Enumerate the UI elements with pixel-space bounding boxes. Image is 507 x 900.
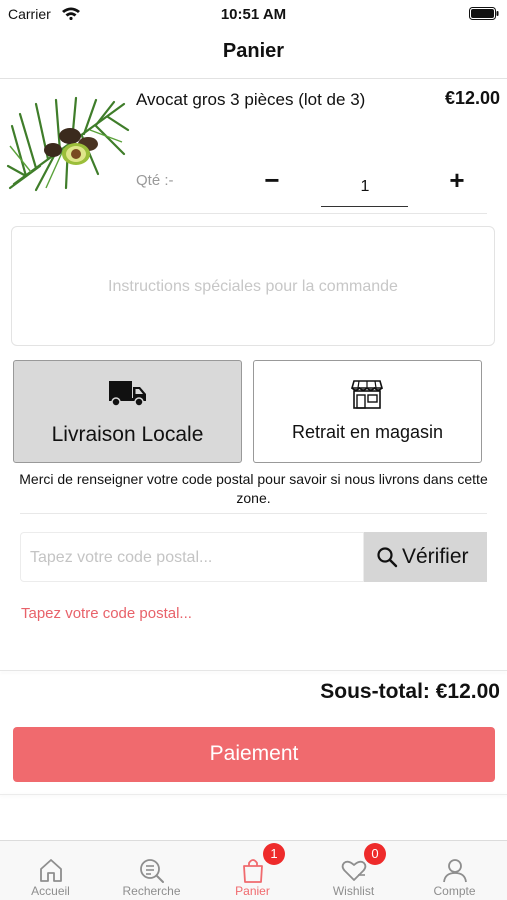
tab-search[interactable]: Recherche — [101, 842, 202, 900]
store-icon — [351, 380, 383, 409]
decrease-quantity-button[interactable]: − — [261, 167, 283, 195]
postal-code-placeholder: Tapez votre code postal... — [30, 549, 213, 566]
search-list-icon — [140, 859, 164, 883]
tab-account[interactable]: Compte — [404, 842, 505, 900]
product-name: Avocat gros 3 pièces (lot de 3) — [136, 90, 366, 109]
tab-account-label: Compte — [433, 884, 476, 898]
divider — [20, 513, 487, 514]
divider — [0, 78, 507, 79]
tab-search-label: Recherche — [122, 884, 181, 898]
quantity-label: Qté :- — [136, 172, 174, 189]
tab-home-label: Accueil — [31, 884, 70, 898]
search-icon — [377, 547, 398, 568]
postal-code-error: Tapez votre code postal... — [21, 605, 192, 622]
checkout-button-label: Paiement — [209, 742, 299, 765]
divider — [0, 794, 507, 795]
product-image — [6, 96, 130, 192]
tab-wishlist-label: Wishlist — [332, 884, 375, 898]
heart-icon — [341, 860, 367, 881]
divider — [0, 670, 507, 671]
battery-icon — [469, 7, 499, 20]
local-delivery-label: Livraison Locale — [51, 423, 204, 446]
tab-cart[interactable]: Panier 1 — [202, 842, 303, 900]
quantity-underline — [321, 206, 408, 207]
tab-wishlist[interactable]: Wishlist 0 — [303, 842, 404, 900]
page-title: Panier — [222, 40, 285, 62]
home-icon — [40, 859, 62, 882]
store-pickup-option[interactable] — [253, 360, 482, 463]
special-instructions-placeholder: Instructions spéciales pour la commande — [108, 278, 398, 295]
cart-badge: 1 — [263, 843, 285, 865]
quantity-input[interactable]: 1 — [322, 178, 408, 196]
divider — [20, 213, 487, 214]
subtotal: Sous-total: €12.00 — [320, 680, 500, 703]
product-price: €12.00 — [444, 88, 500, 108]
increase-quantity-button[interactable]: + — [445, 167, 469, 195]
truck-icon — [109, 381, 146, 407]
bag-icon — [243, 859, 263, 883]
tab-cart-label: Panier — [235, 884, 270, 898]
clock: 10:51 AM — [220, 6, 287, 23]
delivery-info-text: Merci de renseigner votre code postal po… — [19, 471, 488, 506]
wishlist-badge: 0 — [364, 843, 386, 865]
local-delivery-option[interactable] — [13, 360, 242, 463]
user-icon — [443, 859, 467, 883]
tab-home[interactable]: Accueil — [0, 842, 101, 900]
verify-button-label: Vérifier — [402, 545, 469, 568]
store-pickup-label: Retrait en magasin — [291, 422, 444, 442]
